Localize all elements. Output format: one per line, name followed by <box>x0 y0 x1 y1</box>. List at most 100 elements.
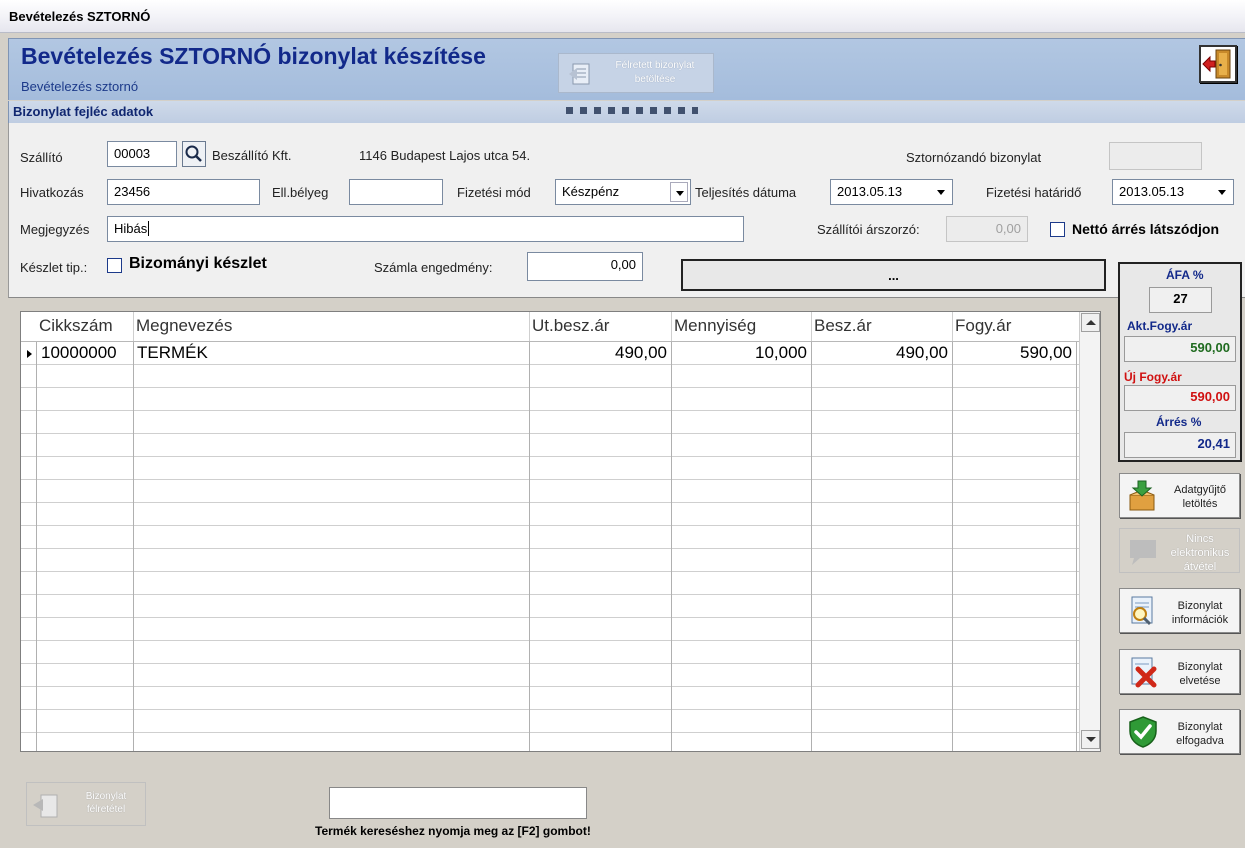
table-row[interactable] <box>21 710 1079 733</box>
grid-cell[interactable] <box>37 526 133 548</box>
table-row[interactable] <box>21 365 1079 388</box>
grid-cell[interactable] <box>811 365 952 387</box>
grid-cell[interactable] <box>952 457 1076 479</box>
grid-cell[interactable]: TERMÉK <box>133 342 529 364</box>
grid-cell[interactable] <box>529 618 671 640</box>
grid-cell[interactable] <box>671 434 811 456</box>
grid-cell[interactable] <box>133 388 529 410</box>
grid-cell[interactable] <box>952 388 1076 410</box>
grid-cell[interactable] <box>811 526 952 548</box>
document-accept-button[interactable]: Bizonylat elfogadva <box>1119 709 1240 754</box>
grid-cell[interactable] <box>811 641 952 663</box>
table-row[interactable] <box>21 526 1079 549</box>
grid-cell[interactable] <box>671 549 811 571</box>
grid-cell[interactable] <box>811 434 952 456</box>
grid-cell[interactable] <box>133 687 529 709</box>
grid-cell[interactable] <box>37 480 133 502</box>
grid-cell[interactable] <box>811 618 952 640</box>
grid-cell[interactable] <box>529 595 671 617</box>
grid-cell[interactable] <box>811 480 952 502</box>
no-electronic-receipt-button[interactable]: Nincs elektronikus átvétel <box>1119 528 1240 573</box>
grid-cell[interactable] <box>952 503 1076 525</box>
grid-cell[interactable] <box>37 572 133 594</box>
grid-cell[interactable] <box>811 710 952 732</box>
grid-cell[interactable] <box>811 572 952 594</box>
grid-cell[interactable] <box>952 411 1076 433</box>
grid-cell[interactable] <box>529 434 671 456</box>
grid-cell[interactable] <box>952 434 1076 456</box>
grid-cell[interactable] <box>529 480 671 502</box>
grid-cell[interactable]: 10,000 <box>671 342 811 364</box>
storno-document-field[interactable] <box>1109 142 1202 170</box>
grid-cell[interactable] <box>37 411 133 433</box>
payment-method-select[interactable]: Készpénz <box>555 179 691 205</box>
grid-cell[interactable] <box>671 641 811 663</box>
grid-cell[interactable] <box>811 733 952 751</box>
table-row[interactable] <box>21 641 1079 664</box>
grid-cell[interactable] <box>133 733 529 751</box>
chevron-down-icon[interactable] <box>670 182 688 202</box>
grid-cell[interactable] <box>671 457 811 479</box>
grid-cell[interactable] <box>133 457 529 479</box>
grid-cell[interactable] <box>37 618 133 640</box>
grid-cell[interactable] <box>133 641 529 663</box>
scroll-up-icon[interactable] <box>1081 313 1100 332</box>
items-grid[interactable]: Cikkszám Megnevezés Ut.besz.ár Mennyiség… <box>20 311 1101 752</box>
grid-cell[interactable] <box>952 641 1076 663</box>
note-field[interactable]: Hibás <box>107 216 744 242</box>
grid-cell[interactable] <box>529 549 671 571</box>
grid-scrollbar[interactable] <box>1079 312 1100 751</box>
grid-cell[interactable] <box>811 687 952 709</box>
table-row[interactable]: 10000000 TERMÉK 490,00 10,000 490,00 590,00 <box>21 342 1079 365</box>
grid-cell[interactable] <box>671 687 811 709</box>
table-row[interactable] <box>21 618 1079 641</box>
collector-download-button[interactable]: Adatgyűjtő letöltés <box>1119 473 1240 518</box>
grid-cell[interactable] <box>37 549 133 571</box>
column-header-name[interactable]: Megnevezés <box>133 312 529 341</box>
grid-cell[interactable] <box>671 595 811 617</box>
grid-cell[interactable] <box>671 411 811 433</box>
grid-cell[interactable] <box>529 733 671 751</box>
document-discard-button[interactable]: Bizonylat elvetése <box>1119 649 1240 694</box>
table-row[interactable] <box>21 388 1079 411</box>
grid-cell[interactable] <box>811 388 952 410</box>
grid-cell[interactable] <box>952 365 1076 387</box>
table-row[interactable] <box>21 733 1079 751</box>
table-row[interactable] <box>21 434 1079 457</box>
grid-cell[interactable] <box>811 503 952 525</box>
column-header-list-price[interactable]: Ut.besz.ár <box>529 312 671 341</box>
table-row[interactable] <box>21 480 1079 503</box>
grid-cell[interactable] <box>529 572 671 594</box>
grid-cell[interactable] <box>529 388 671 410</box>
grid-cell[interactable] <box>671 503 811 525</box>
grid-cell[interactable]: 590,00 <box>952 342 1076 364</box>
grid-cell[interactable] <box>952 664 1076 686</box>
grid-cell[interactable] <box>671 733 811 751</box>
grid-cell[interactable] <box>133 664 529 686</box>
supplier-search-button[interactable] <box>182 141 206 167</box>
grid-cell[interactable] <box>811 411 952 433</box>
supplier-code-field[interactable]: 00003 <box>107 141 177 167</box>
grid-cell[interactable] <box>671 664 811 686</box>
grid-cell[interactable] <box>671 388 811 410</box>
grid-cell[interactable] <box>952 710 1076 732</box>
ellipsis-button[interactable]: ... <box>681 259 1106 291</box>
grid-cell[interactable] <box>133 595 529 617</box>
grid-cell[interactable] <box>529 710 671 732</box>
column-header-sale-price[interactable]: Fogy.ár <box>952 312 1076 341</box>
splitter-grip[interactable] <box>566 107 698 114</box>
grid-cell[interactable] <box>811 457 952 479</box>
table-row[interactable] <box>21 503 1079 526</box>
grid-cell[interactable] <box>133 480 529 502</box>
table-row[interactable] <box>21 664 1079 687</box>
scroll-down-icon[interactable] <box>1081 730 1100 749</box>
grid-cell[interactable] <box>952 687 1076 709</box>
column-header-sku[interactable]: Cikkszám <box>37 312 133 341</box>
table-row[interactable] <box>21 572 1079 595</box>
grid-cell[interactable] <box>529 664 671 686</box>
table-row[interactable] <box>21 687 1079 710</box>
grid-cell[interactable] <box>529 503 671 525</box>
load-held-document-button[interactable]: Félretett bizonylat betöltése <box>558 53 714 93</box>
grid-cell[interactable] <box>37 687 133 709</box>
grid-cell[interactable] <box>133 434 529 456</box>
